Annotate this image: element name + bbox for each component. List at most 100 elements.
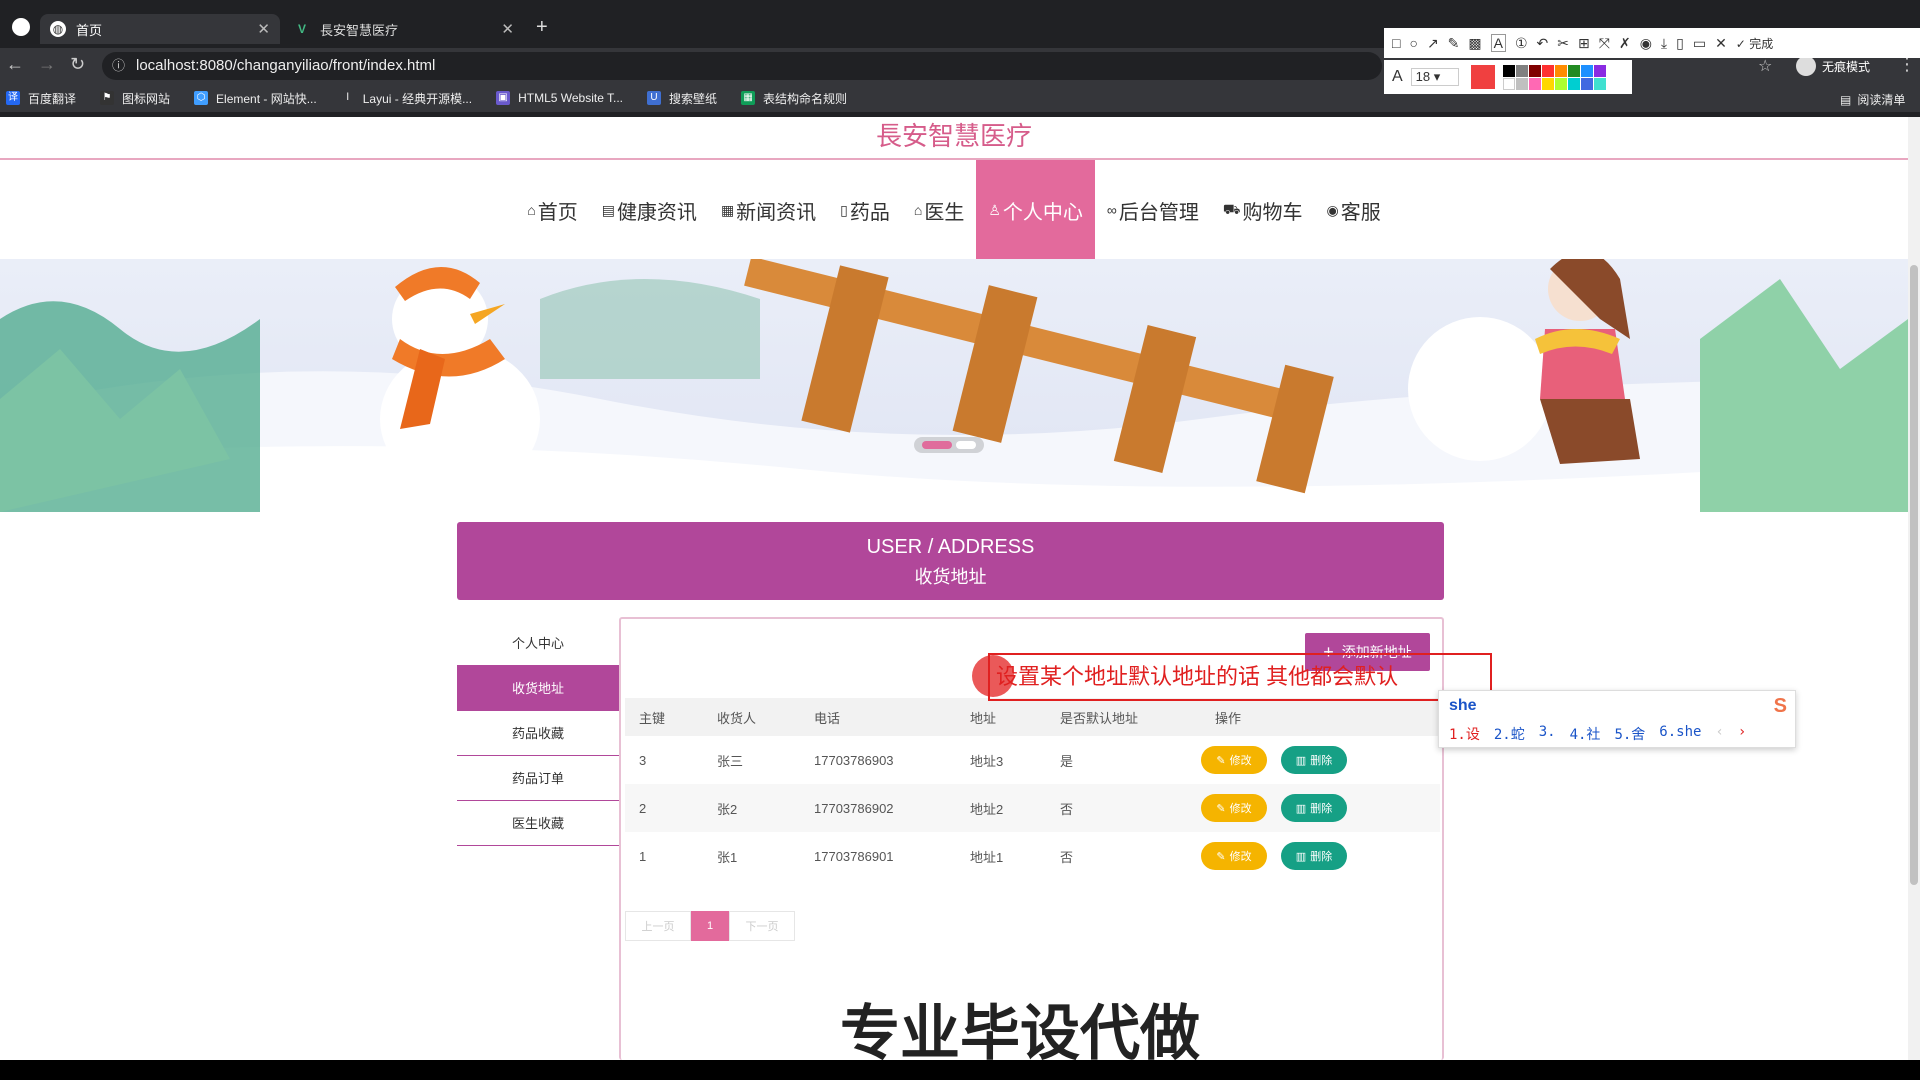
ime-candidate[interactable]: 3.: [1539, 724, 1556, 744]
selected-color-swatch[interactable]: [1470, 65, 1495, 89]
download-icon[interactable]: ⤓: [1661, 35, 1667, 52]
ime-candidate[interactable]: 2.蛇: [1494, 724, 1525, 744]
done-button[interactable]: ✓ 完成: [1736, 35, 1773, 52]
rectangle-tool-icon[interactable]: □: [1392, 35, 1400, 51]
carousel-dot[interactable]: [956, 441, 976, 449]
forward-icon[interactable]: →: [38, 54, 56, 75]
tab-home[interactable]: ◍ 首页 ✕: [40, 14, 280, 44]
sidebar-item-medicine-orders[interactable]: 药品订单: [457, 756, 619, 801]
column-header: 收货人: [717, 710, 757, 726]
cell-id: 2: [639, 800, 647, 816]
arrow-tool-icon[interactable]: ↗: [1427, 35, 1439, 52]
color-palette[interactable]: [1502, 64, 1606, 90]
service-icon: ◉: [1326, 201, 1339, 218]
prev-page-button[interactable]: 上一页: [625, 911, 691, 941]
url-input[interactable]: ⓘ localhost:8080/changanyiliao/front/ind…: [102, 52, 1382, 80]
nav-medicine[interactable]: ▯ 药品: [828, 160, 902, 260]
ellipse-tool-icon[interactable]: ○: [1409, 35, 1417, 51]
ime-next-icon[interactable]: ›: [1738, 724, 1746, 744]
ime-prev-icon[interactable]: ‹: [1715, 724, 1723, 744]
scroll-capture-icon[interactable]: ⤧: [1599, 35, 1610, 52]
sidebar-item-personal-center[interactable]: 个人中心: [457, 621, 619, 666]
mosaic-tool-icon[interactable]: ▩: [1468, 35, 1481, 52]
nav-health-info[interactable]: ▤ 健康资讯: [590, 160, 709, 260]
undo-icon[interactable]: ↶: [1537, 35, 1549, 52]
close-icon[interactable]: ✕: [501, 20, 514, 38]
bookmark-item[interactable]: ▣ HTML5 Website T...: [496, 91, 623, 105]
tab-changan[interactable]: V 長安智慧医疗 ✕: [284, 14, 524, 44]
carousel-dot-active[interactable]: [922, 441, 952, 449]
section-header: USER / ADDRESS 收货地址: [457, 522, 1444, 600]
ime-candidate[interactable]: 1.设: [1449, 724, 1480, 744]
delete-button[interactable]: ▥ 删除: [1281, 746, 1347, 774]
table-row: 2 张2 17703786902 地址2 否 ✎ 修改 ▥ 删除: [625, 784, 1440, 832]
bookmark-item[interactable]: l Layui - 经典开源模...: [340, 90, 472, 107]
ime-candidate[interactable]: 6.she: [1659, 724, 1701, 744]
next-page-button[interactable]: 下一页: [729, 911, 795, 941]
back-icon[interactable]: ←: [6, 54, 24, 75]
cell-phone: 17703786901: [814, 848, 894, 864]
nav-home[interactable]: ⌂ 首页: [515, 160, 589, 260]
doctor-icon: ⌂: [913, 202, 923, 218]
bookmark-item[interactable]: ⬡ Element - 网站快...: [194, 90, 317, 107]
reload-icon[interactable]: ↻: [70, 54, 85, 75]
nav-cart[interactable]: ⛟ 购物车: [1211, 160, 1315, 260]
close-icon[interactable]: ✕: [257, 20, 270, 38]
banner-illustration: [0, 259, 1908, 512]
edit-button[interactable]: ✎ 修改: [1201, 794, 1267, 822]
edit-button[interactable]: ✎ 修改: [1201, 842, 1267, 870]
font-size-select[interactable]: 18 ▾: [1410, 68, 1459, 86]
main-nav: ⌂ 首页 ▤ 健康资讯 ▦ 新闻资讯 ▯ 药品 ⌂ 医生 ♙ 个人中心 ∞ 后台管理 ⛟ 购物车…: [0, 160, 1908, 260]
nav-admin[interactable]: ∞ 后台管理: [1095, 160, 1211, 260]
text-tool-icon[interactable]: A: [1490, 34, 1506, 52]
bookmark-item[interactable]: 译百度翻译: [6, 90, 76, 107]
pen-tool-icon[interactable]: ✎: [1448, 35, 1460, 52]
page-1-button[interactable]: 1: [691, 911, 729, 941]
pin-tool-icon[interactable]: ✂: [1557, 35, 1569, 52]
cell-default: 是: [1060, 753, 1074, 769]
bookmark-icon[interactable]: ▭: [1693, 35, 1706, 52]
bookmark-item[interactable]: U 搜索壁纸: [647, 90, 717, 107]
bookmark-item[interactable]: ▦ 表结构命名规则: [741, 90, 847, 107]
banner-carousel[interactable]: [0, 259, 1908, 512]
translate-tool-icon[interactable]: ✗: [1619, 35, 1631, 52]
nav-news[interactable]: ▦ 新闻资讯: [709, 160, 828, 260]
annotation-tools-row: □ ○ ↗ ✎ ▩ A ① ↶ ✂ ⊞ ⤧ ✗ ◉ ⤓ ▯ ▭ ✕ ✓ 完成: [1384, 28, 1920, 58]
column-header: 操作: [1215, 710, 1242, 726]
nav-doctor[interactable]: ⌂ 医生: [902, 160, 976, 260]
info-icon[interactable]: ⓘ: [112, 52, 125, 80]
table-header: 主键 收货人 电话 地址 是否默认地址 操作: [625, 698, 1440, 736]
edit-button[interactable]: ✎ 修改: [1201, 746, 1267, 774]
table-row: 3 张三 17703786903 地址3 是 ✎ 修改 ▥ 删除: [625, 736, 1440, 784]
phone-icon[interactable]: ▯: [1676, 35, 1684, 52]
cell-actions: ✎ 修改 ▥ 删除: [1201, 746, 1440, 774]
sidebar-item-doctor-favorites[interactable]: 医生收藏: [457, 801, 619, 846]
nav-personal-center[interactable]: ♙ 个人中心: [976, 160, 1095, 260]
trash-icon: ▥: [1295, 850, 1307, 863]
nav-customer-service[interactable]: ◉ 客服: [1315, 160, 1393, 260]
delete-button[interactable]: ▥ 删除: [1281, 794, 1347, 822]
delete-button[interactable]: ▥ 删除: [1281, 842, 1347, 870]
cell-name: 张三: [717, 753, 744, 769]
bookmark-item[interactable]: ⚑ 图标网站: [100, 90, 170, 107]
cell-name: 张2: [717, 801, 738, 817]
cell-name: 张1: [717, 849, 738, 865]
globe-icon: ◍: [50, 21, 66, 37]
browser-menu-icon[interactable]: [12, 18, 30, 36]
close-icon[interactable]: ✕: [1715, 35, 1727, 52]
ime-candidate[interactable]: 4.社: [1570, 724, 1601, 744]
sidebar-item-medicine-favorites[interactable]: 药品收藏: [457, 711, 619, 756]
annotation-style-row: A 18 ▾: [1384, 60, 1632, 94]
section-title-cn: 收货地址: [914, 567, 987, 587]
number-tool-icon[interactable]: ①: [1515, 35, 1528, 52]
ime-composition: she: [1449, 697, 1477, 714]
ime-candidate[interactable]: 5.舍: [1614, 724, 1645, 744]
new-tab-button[interactable]: +: [536, 16, 548, 39]
cell-id: 1: [639, 848, 647, 864]
scrollbar-thumb[interactable]: [1910, 265, 1918, 885]
ocr-tool-icon[interactable]: ⊞: [1578, 35, 1590, 52]
annotation-text-box[interactable]: 设置某个地址默认地址的话 其他都会默认: [988, 653, 1492, 701]
sidebar-item-address[interactable]: 收货地址: [457, 666, 619, 711]
record-icon[interactable]: ◉: [1640, 35, 1652, 52]
carousel-indicator[interactable]: [914, 437, 984, 453]
